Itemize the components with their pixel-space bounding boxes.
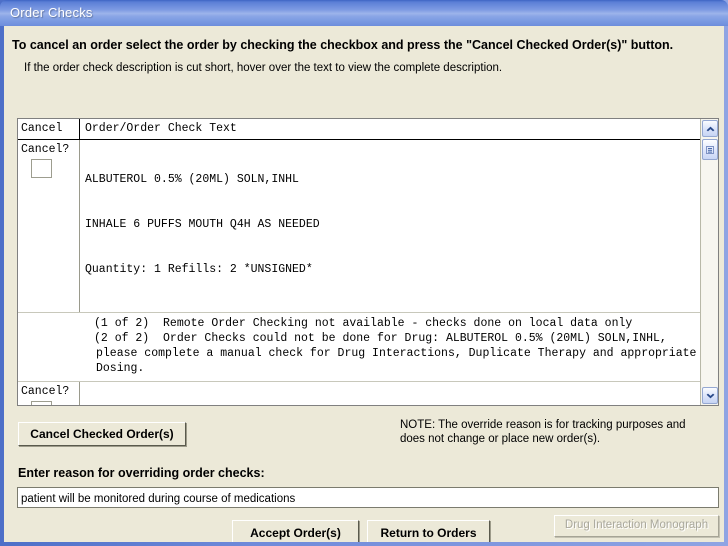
order-line: INHALE 6 PUFFS MOUTH Q4H AS NEEDED	[85, 218, 320, 231]
dialog-client-area: To cancel an order select the order by c…	[4, 26, 724, 542]
order-checks-grid: Cancel Order/Order Check Text Cancel? AL…	[17, 118, 719, 406]
return-to-orders-button[interactable]: Return to Orders	[367, 520, 490, 542]
order-checks-dialog: Order Checks To cancel an order select t…	[0, 0, 728, 546]
window-title: Order Checks	[10, 5, 93, 20]
scrollbar-thumb[interactable]	[702, 139, 718, 160]
scroll-thumb-grip-icon	[706, 145, 714, 154]
column-header-order-text[interactable]: Order/Order Check Text	[80, 119, 700, 139]
override-note: NOTE: The override reason is for trackin…	[400, 419, 686, 445]
order-check-line: (1 of 2) Remote Order Checking not avail…	[94, 317, 633, 330]
scroll-down-button[interactable]	[702, 387, 718, 404]
reason-field-label: Enter reason for overriding order checks…	[18, 466, 265, 480]
order-text-cell: ALBUTEROL 0.5% (20ML) SOLN,INHL INHALE 6…	[80, 140, 700, 312]
scrollbar-track[interactable]	[702, 137, 717, 387]
cancel-prompt-label: Cancel?	[21, 143, 70, 156]
override-reason-input[interactable]	[17, 487, 719, 508]
cancel-checked-orders-button[interactable]: Cancel Checked Order(s)	[18, 422, 186, 446]
table-row[interactable]: Cancel? ALBUTEROL 0.5% (20ML) SOLN,INHL …	[18, 140, 700, 313]
cancel-order-checkbox[interactable]	[31, 159, 52, 178]
drug-interaction-monograph-button: Drug Interaction Monograph	[554, 515, 719, 537]
grid-content: Cancel Order/Order Check Text Cancel? AL…	[18, 119, 700, 405]
scroll-up-button[interactable]	[702, 120, 718, 137]
accept-orders-button[interactable]: Accept Order(s)	[232, 520, 359, 542]
instruction-primary: To cancel an order select the order by c…	[12, 38, 674, 52]
order-text-cell: MEPERIDINE TAB 50MG TAKE TWO TABLETS BY …	[80, 382, 700, 405]
column-header-cancel[interactable]: Cancel	[18, 119, 80, 139]
chevron-down-icon	[706, 393, 714, 398]
chevron-up-icon	[706, 126, 714, 131]
order-check-row[interactable]: (1 of 2) Remote Order Checking not avail…	[18, 313, 700, 382]
cancel-prompt-label: Cancel?	[21, 385, 70, 398]
table-row[interactable]: Cancel? MEPERIDINE TAB 50MG TAKE TWO TAB…	[18, 382, 700, 405]
order-check-line: (2 of 2) Order Checks could not be done …	[94, 332, 697, 375]
title-bar: Order Checks	[0, 0, 728, 26]
instruction-secondary: If the order check description is cut sh…	[24, 62, 503, 74]
grid-header-row: Cancel Order/Order Check Text	[18, 119, 700, 140]
order-line: ALBUTEROL 0.5% (20ML) SOLN,INHL	[85, 173, 299, 186]
cancel-order-checkbox[interactable]	[31, 401, 52, 405]
grid-scroll-viewport: Cancel Order/Order Check Text Cancel? AL…	[18, 119, 700, 405]
order-line: Quantity: 1 Refills: 2 *UNSIGNED*	[85, 263, 313, 276]
grid-vertical-scrollbar[interactable]	[700, 119, 718, 405]
cancel-cell: Cancel?	[18, 140, 80, 312]
cancel-cell: Cancel?	[18, 382, 80, 405]
